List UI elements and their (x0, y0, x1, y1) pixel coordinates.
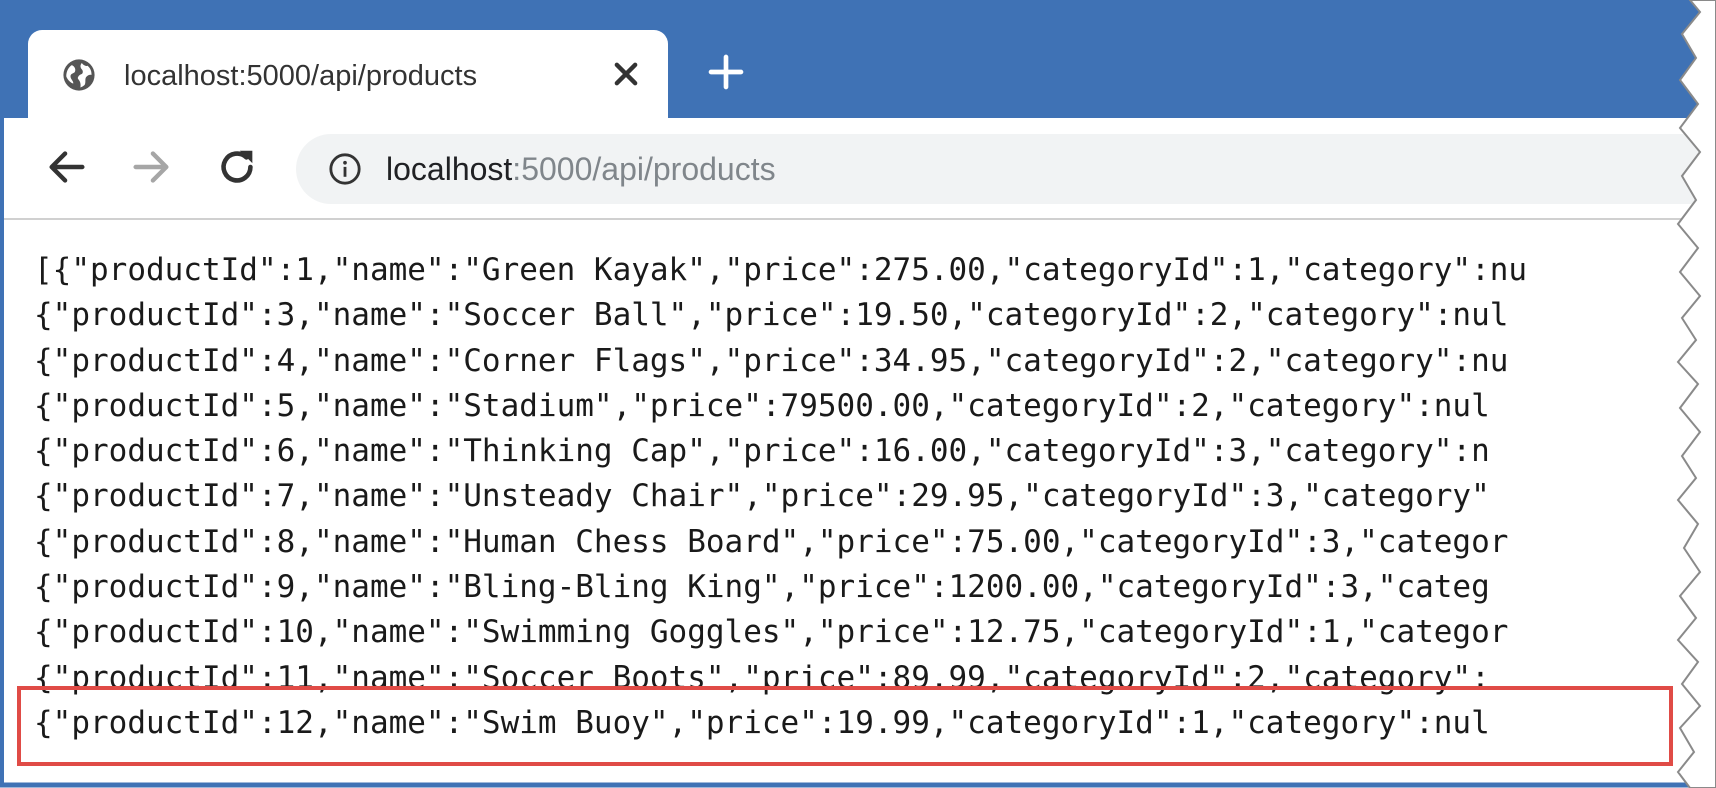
json-line: {"productId":8,"name":"Human Chess Board… (34, 523, 1509, 560)
json-line: {"productId":3,"name":"Soccer Ball","pri… (34, 297, 1509, 334)
json-line: [{"productId":1,"name":"Green Kayak","pr… (34, 252, 1528, 288)
globe-icon (63, 59, 95, 91)
json-response: [{"productId":1,"name":"Green Kayak","pr… (34, 248, 1527, 746)
navigation-toolbar: localhost:5000/api/products (0, 118, 1716, 220)
json-line: {"productId":6,"name":"Thinking Cap","pr… (34, 433, 1490, 470)
close-icon[interactable] (606, 54, 646, 94)
json-line: {"productId":5,"name":"Stadium","price":… (34, 387, 1490, 424)
url-path: :5000/api/products (512, 151, 776, 187)
reload-icon[interactable] (214, 144, 260, 190)
forward-arrow-icon[interactable] (128, 144, 174, 190)
back-arrow-icon[interactable] (44, 144, 90, 190)
json-line: {"productId":7,"name":"Unsteady Chair","… (34, 478, 1490, 515)
json-line: {"productId":4,"name":"Corner Flags","pr… (34, 342, 1509, 379)
highlight-box (17, 686, 1673, 766)
json-line: {"productId":10,"name":"Swimming Goggles… (34, 614, 1509, 651)
url-host: localhost (386, 151, 513, 187)
new-tab-plus-icon[interactable] (706, 52, 746, 92)
address-url[interactable]: localhost:5000/api/products (386, 148, 776, 190)
tab-strip: localhost:5000/api/products (0, 0, 1716, 120)
json-line: {"productId":9,"name":"Bling-Bling King"… (34, 569, 1490, 606)
info-icon[interactable] (328, 152, 362, 186)
active-tab[interactable]: localhost:5000/api/products (28, 30, 668, 120)
address-bar[interactable]: localhost:5000/api/products (296, 134, 1716, 204)
browser-window: localhost:5000/api/products localhost:50… (0, 0, 1716, 788)
tab-title: localhost:5000/api/products (124, 60, 478, 92)
